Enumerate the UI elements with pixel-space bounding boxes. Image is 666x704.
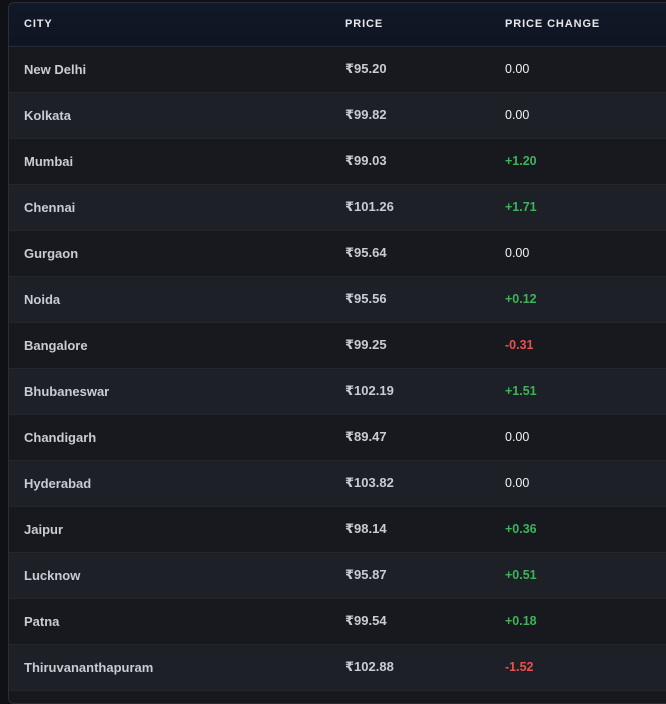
price-cell: ₹98.14 [345,521,387,536]
price-change-cell: 0.00 [505,430,530,444]
city-cell: Patna [24,613,60,629]
table-row[interactable]: New Delhi ₹95.20 0.00 [9,46,666,92]
city-cell: Lucknow [24,567,81,583]
price-cell: ₹99.54 [345,613,387,628]
header-row: CITY PRICE PRICE CHANGE [9,3,666,46]
price-change-cell: +1.71 [505,200,537,214]
city-cell: Mumbai [24,153,74,169]
city-cell: Chennai [24,199,76,215]
city-cell: Bhubaneswar [24,383,110,399]
table-row[interactable]: Hyderabad ₹103.82 0.00 [9,460,666,506]
header-price[interactable]: PRICE [330,3,490,46]
price-cell: ₹102.19 [345,383,394,398]
table-row[interactable]: Jaipur ₹98.14 +0.36 [9,506,666,552]
price-cell: ₹95.64 [345,245,387,260]
city-cell: Jaipur [24,521,64,537]
price-change-cell: 0.00 [505,246,530,260]
price-change-cell: 0.00 [505,108,530,122]
price-cell: ₹89.47 [345,429,387,444]
price-change-cell: 0.00 [505,476,530,490]
table-row[interactable]: Gurgaon ₹95.64 0.00 [9,230,666,276]
table-row[interactable]: Patna ₹99.54 +0.18 [9,598,666,644]
city-cell: Gurgaon [24,245,79,261]
city-price-table: CITY PRICE PRICE CHANGE New Delhi ₹95.20… [9,3,666,691]
price-change-cell: +0.51 [505,568,537,582]
price-cell: ₹103.82 [345,475,394,490]
price-change-cell: -0.31 [505,338,534,352]
table-row[interactable]: Mumbai ₹99.03 +1.20 [9,138,666,184]
city-cell: Noida [24,291,61,307]
price-change-cell: 0.00 [505,62,530,76]
table-row[interactable]: Bangalore ₹99.25 -0.31 [9,322,666,368]
price-cell: ₹101.26 [345,199,394,214]
price-change-cell: +0.36 [505,522,537,536]
table-row[interactable]: Kolkata ₹99.82 0.00 [9,92,666,138]
table-body: New Delhi ₹95.20 0.00 Kolkata ₹99.82 0.0… [9,46,666,690]
price-change-cell: +0.12 [505,292,537,306]
table-row[interactable]: Lucknow ₹95.87 +0.51 [9,552,666,598]
price-cell: ₹95.87 [345,567,387,582]
table-row[interactable]: Noida ₹95.56 +0.12 [9,276,666,322]
price-cell: ₹99.03 [345,153,387,168]
table-row[interactable]: Thiruvananthapuram ₹102.88 -1.52 [9,644,666,690]
price-change-cell: +1.51 [505,384,537,398]
price-cell: ₹99.82 [345,107,387,122]
table-header: CITY PRICE PRICE CHANGE [9,3,666,46]
city-cell: Bangalore [24,337,88,353]
price-cell: ₹99.25 [345,337,387,352]
price-change-cell: -1.52 [505,660,534,674]
header-city[interactable]: CITY [9,3,330,46]
header-price-change[interactable]: PRICE CHANGE [490,3,666,46]
city-cell: Kolkata [24,107,71,123]
city-cell: Chandigarh [24,429,97,445]
price-cell: ₹102.88 [345,659,394,674]
city-cell: Thiruvananthapuram [24,659,154,675]
city-cell: New Delhi [24,61,87,77]
table-row[interactable]: Chandigarh ₹89.47 0.00 [9,414,666,460]
table-row[interactable]: Bhubaneswar ₹102.19 +1.51 [9,368,666,414]
price-change-cell: +0.18 [505,614,537,628]
price-cell: ₹95.56 [345,291,387,306]
city-cell: Hyderabad [24,475,92,491]
price-cell: ₹95.20 [345,61,387,76]
price-table-panel: CITY PRICE PRICE CHANGE New Delhi ₹95.20… [8,2,666,704]
price-change-cell: +1.20 [505,154,537,168]
table-row[interactable]: Chennai ₹101.26 +1.71 [9,184,666,230]
